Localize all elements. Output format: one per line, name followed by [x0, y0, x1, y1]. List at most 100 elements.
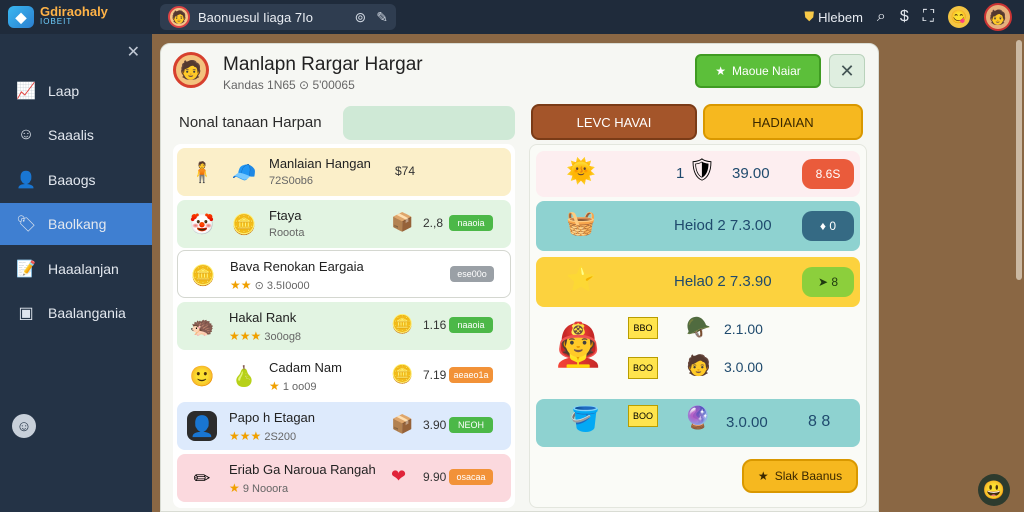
edit-icon: 📝 — [16, 261, 36, 278]
list-heading: Nonal tanaan Harpan — [179, 114, 322, 131]
item-meta: 72S0ob6 — [269, 175, 314, 187]
heart-icon: ❤ — [391, 466, 407, 486]
status-badge[interactable]: aeaeo1a — [449, 367, 493, 383]
emoji-icon[interactable]: 😋 — [948, 6, 970, 28]
logo-mark: ◆ — [8, 6, 34, 28]
status-badge[interactable]: naaoia — [449, 215, 493, 231]
reward-tag: BOO — [628, 357, 658, 379]
rating-stars: ★ — [269, 379, 280, 393]
item-meta: 2S200 — [264, 431, 297, 443]
rating-stars: ★ — [229, 481, 240, 495]
sidebar-item-baolkang[interactable]: 🏷 Baolkang — [0, 203, 152, 245]
sun-icon: 🌞 — [566, 158, 596, 185]
list-item[interactable]: ✏ Eriab Ga Naroua Rangah ★ 9 Nooora ❤ 9.… — [177, 454, 511, 502]
fruit-icon: 🍐 — [231, 365, 257, 388]
reward-row[interactable]: 🌞 1 🛡 39.00 8.6S — [536, 151, 860, 197]
star-icon: ★ — [757, 469, 769, 483]
tab-hadiaian[interactable]: HADIAIAN — [703, 104, 863, 140]
user-avatar[interactable]: 🧑 — [984, 3, 1012, 31]
top-bar: ◆ Gdiraohaly IOBEIT 🧑 Baonuesul Iiaga 7I… — [0, 0, 1024, 34]
reward-value: 3.0.00 — [726, 414, 768, 431]
bucket-icon: 🪣 — [570, 406, 600, 433]
reward-button[interactable]: 8.6S — [802, 159, 854, 189]
hero-character-icon: 🧑‍🚒 — [552, 321, 605, 368]
item-meta: 3o0og8 — [264, 331, 302, 343]
item-name: Manlaian Hangan — [269, 156, 371, 171]
reward-code[interactable]: 8 8 — [808, 413, 830, 431]
main-panel: 🧑 Manlapn Rargar Hargar Kandas 1N65 ⊙ 5'… — [160, 43, 879, 512]
smiley-icon[interactable]: ☺ — [12, 414, 36, 438]
item-name: Hakal Rank — [229, 310, 297, 325]
reward-button[interactable]: ➤ 8 — [802, 267, 854, 297]
reward-tag: BOO — [628, 405, 658, 427]
list-filter-tab[interactable] — [343, 106, 515, 140]
status-badge[interactable]: naaoia — [449, 317, 493, 333]
bell-icon: 🔮 — [684, 405, 712, 430]
close-icon[interactable]: ✕ — [127, 42, 140, 62]
character-icon: 🧍 — [189, 161, 215, 184]
list-item[interactable]: 👤 Papo h Etagan ★★★ 2S200 📦 3.90 NEOH — [177, 402, 511, 450]
action-button[interactable]: ★ Maoue Naiar — [695, 54, 821, 88]
list-item[interactable]: 🤡 🪙 Ftaya Rooota 📦 2.,8 naaoia — [177, 200, 511, 248]
sidebar-item-label: Baolkang — [48, 216, 107, 232]
tab-level[interactable]: LEVC HAVAI — [531, 104, 697, 140]
panel-title: Manlapn Rargar Hargar — [223, 54, 423, 75]
status-badge[interactable]: ese00o — [450, 266, 494, 282]
box-icon: 📦 — [391, 414, 414, 434]
fullscreen-icon[interactable]: ⛶ — [923, 8, 934, 26]
box-icon: 📦 — [391, 212, 414, 232]
item-meta: 1 oo09 — [282, 381, 317, 393]
face-icon: 🙂 — [189, 365, 215, 388]
close-button[interactable]: ✕ — [829, 54, 865, 88]
gamepad-icon[interactable]: ⊚ — [355, 9, 367, 26]
sidebar-item-haaalanjan[interactable]: 📝 Haaalanjan — [0, 248, 152, 290]
helmet-icon: 🪖 — [686, 317, 711, 339]
dollar-icon[interactable]: $ — [900, 8, 909, 26]
list-item[interactable]: 🦔 Hakal Rank ★★★ 3o0og8 🪙 1.16 naaoia — [177, 302, 511, 350]
reward-tag: BBO — [628, 317, 658, 339]
clown-icon: 🤡 — [189, 213, 215, 236]
coin-icon: 🪙 — [190, 264, 216, 287]
sidebar-item-laap[interactable]: 📈 Laap — [0, 70, 152, 112]
rating-stars: ★★★ — [229, 329, 262, 343]
sidebar-item-baalangania[interactable]: ▣ Baalangania — [0, 292, 152, 334]
app-logo[interactable]: ◆ Gdiraohaly IOBEIT — [8, 5, 156, 28]
character-icon: 🧢 — [231, 161, 257, 184]
list-item[interactable]: 🪙 Bava Renokan Eargaia ★★ ⊙ 3.5I0o00 ese… — [177, 250, 511, 298]
sidebar-item-saaalis[interactable]: ☺ Saaalis — [0, 114, 152, 156]
reward-count: 1 — [676, 165, 685, 182]
reward-text: Hela0 2 7.3.90 — [674, 273, 772, 290]
sidebar-item-baaogs[interactable]: 👤 Baaogs — [0, 159, 152, 201]
item-list: 🧍 🧢 Manlaian Hangan 72S0ob6 $74 🤡 🪙 Ftay… — [173, 144, 515, 508]
tools-icon[interactable]: ✎ — [376, 9, 388, 26]
reward-row[interactable]: 🧺 Heiod 2 7.3.00 ♦ 0 — [536, 201, 860, 251]
sidebar-item-label: Baalangania — [48, 305, 126, 321]
reward-row[interactable]: ⭐ Hela0 2 7.3.90 ➤ 8 — [536, 257, 860, 307]
item-value: 1.16 — [423, 318, 447, 332]
helper-mascot-icon[interactable]: 😃 — [978, 474, 1010, 506]
item-value: 7.19 — [423, 368, 447, 382]
status-badge[interactable]: NEOH — [449, 417, 493, 433]
rewards-panel: 🌞 1 🛡 39.00 8.6S 🧺 Heiod 2 7.3.00 ♦ 0 ⭐ … — [529, 144, 867, 508]
list-item[interactable]: 🙂 🍐 Cadam Nam ★ 1 oo09 🪙 7.19 aeaeo1a — [177, 352, 511, 400]
bonus-button[interactable]: ★ Slak Baanus — [742, 459, 858, 493]
list-item[interactable]: 🧍 🧢 Manlaian Hangan 72S0ob6 $74 — [177, 148, 511, 196]
rating-stars: ★★ — [230, 278, 252, 292]
game-avatar-icon: 🧑 — [168, 6, 190, 28]
coin-icon: 🪙 — [231, 213, 257, 236]
scrollbar[interactable] — [1016, 40, 1022, 280]
status-badge[interactable]: osacaa — [449, 469, 493, 485]
reward-row[interactable]: 🪣 BOO 🔮 3.0.00 8 8 — [536, 399, 860, 447]
item-meta: ⊙ 3.5I0o00 — [254, 280, 310, 292]
item-value: 2.,8 — [423, 216, 444, 230]
item-value: $74 — [395, 164, 416, 178]
item-value: 9.90 — [423, 470, 447, 484]
user-icon: 👤 — [16, 172, 36, 189]
coin-label: Hlebem — [818, 9, 863, 25]
reward-value: 39.00 — [732, 165, 770, 182]
panel-subtitle: Kandas 1N65 ⊙ 5'00065 — [223, 78, 355, 92]
reward-button[interactable]: ♦ 0 — [802, 211, 854, 241]
coin-icon: 🪙 — [391, 364, 414, 384]
game-search-pill[interactable]: 🧑 Baonuesul Iiaga 7Io ⊚ ✎ — [160, 4, 396, 30]
search-icon[interactable]: ⌕ — [877, 8, 886, 26]
